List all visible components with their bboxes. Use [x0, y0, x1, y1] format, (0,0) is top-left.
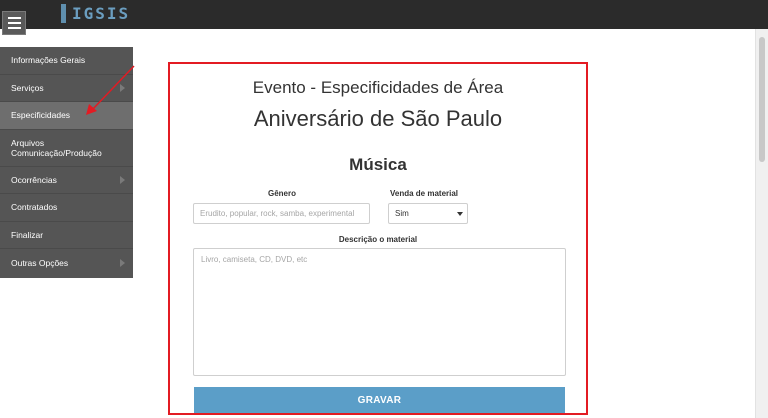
hamburger-line-icon	[8, 17, 21, 19]
genre-placeholder: Erudito, popular, rock, samba, experimen…	[200, 209, 355, 218]
sidebar-item-label: Ocorrências	[11, 174, 57, 185]
sale-material-select[interactable]: Sim	[388, 203, 468, 224]
sidebar-item-label: Contratados	[11, 202, 58, 213]
sidebar-item-label: Arquivos Comunicação/Produção	[11, 137, 102, 158]
chevron-right-icon	[120, 258, 125, 267]
page-title: Evento - Especificidades de Área	[252, 78, 504, 97]
chevron-right-icon	[120, 175, 125, 184]
sidebar-item-finalizar[interactable]: Finalizar	[0, 222, 133, 249]
description-placeholder: Livro, camiseta, CD, DVD, etc	[201, 255, 308, 264]
sidebar-item-contratados[interactable]: Contratados	[0, 194, 133, 222]
description-textarea[interactable]: Livro, camiseta, CD, DVD, etc	[193, 248, 566, 376]
sidebar-item-ocorrencias[interactable]: Ocorrências	[0, 167, 133, 194]
sale-material-value: Sim	[395, 209, 409, 218]
event-name: Aniversário de São Paulo	[253, 106, 503, 131]
hamburger-line-icon	[8, 27, 21, 29]
specifics-form-card: Evento - Especificidades de Área Anivers…	[168, 62, 588, 415]
sidebar-item-label: Especificidades	[11, 110, 71, 121]
hamburger-menu-button[interactable]	[2, 11, 26, 35]
genre-label: Gênero	[268, 189, 297, 198]
sidebar-item-servicos[interactable]: Serviços	[0, 75, 133, 102]
logo-bar-icon	[61, 4, 66, 23]
igsis-logo: IGSIS	[61, 3, 130, 24]
sidebar-item-outras-opcoes[interactable]: Outras Opções	[0, 249, 133, 277]
page-scrollbar[interactable]	[755, 29, 768, 418]
hamburger-line-icon	[8, 22, 21, 24]
sidebar-item-informacoes-gerais[interactable]: Informações Gerais	[0, 47, 133, 75]
top-bar: IGSIS	[0, 0, 768, 29]
sidebar-item-especificidades[interactable]: Especificidades	[0, 102, 133, 130]
sidebar-menu: Informações Gerais Serviços Especificida…	[0, 47, 133, 278]
sidebar-item-label: Finalizar	[11, 229, 44, 240]
sale-material-label: Venda de material	[390, 189, 459, 198]
scrollbar-thumb[interactable]	[759, 37, 765, 162]
chevron-right-icon	[120, 83, 125, 92]
sidebar-item-label: Outras Opções	[11, 257, 69, 268]
sidebar-item-label: Serviços	[11, 82, 44, 93]
genre-input[interactable]: Erudito, popular, rock, samba, experimen…	[193, 203, 370, 224]
sidebar-item-arquivos[interactable]: Arquivos Comunicação/Produção	[0, 130, 133, 167]
description-label: Descrição o material	[338, 235, 418, 244]
logo-text: IGSIS	[72, 4, 131, 23]
sidebar-item-label: Informações Gerais	[11, 55, 86, 66]
save-button[interactable]: GRAVAR	[194, 387, 565, 413]
dropdown-arrow-icon	[457, 212, 463, 216]
section-title: Música	[349, 155, 407, 174]
